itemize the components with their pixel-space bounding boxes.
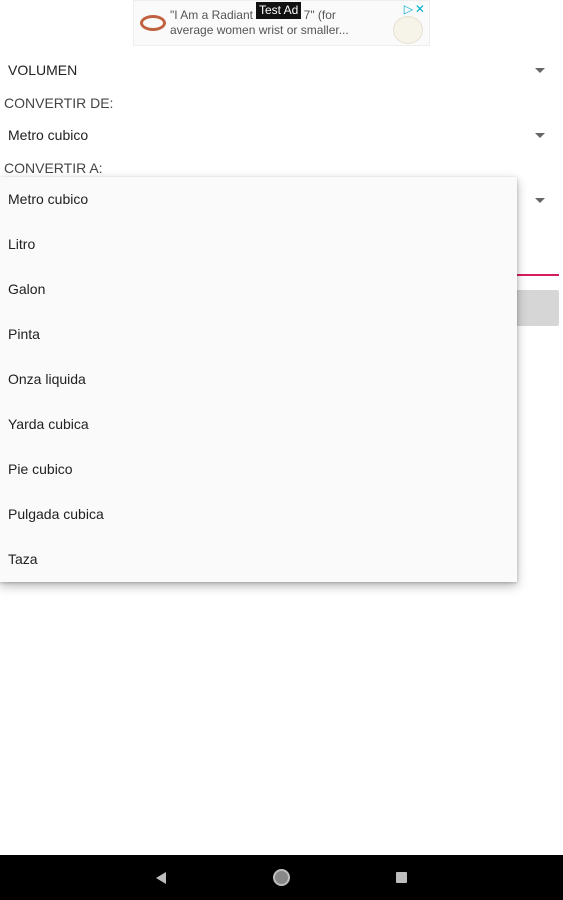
- system-navigation-bar: [0, 855, 563, 900]
- bracelet-thumbnail-icon: [140, 15, 166, 31]
- dropdown-option-pie-cubico[interactable]: Pie cubico: [0, 447, 517, 492]
- chevron-down-icon: [535, 198, 545, 203]
- from-unit-spinner-value: Metro cubico: [8, 127, 89, 143]
- value-input-underline[interactable]: [516, 274, 559, 276]
- from-unit-spinner[interactable]: Metro cubico: [0, 115, 563, 155]
- chevron-down-icon: [535, 133, 545, 138]
- converter-screen: "I Am a Radiant Bracelet 7" (for average…: [0, 0, 563, 900]
- to-label: CONVERTIR A:: [4, 160, 103, 176]
- ad-banner[interactable]: "I Am a Radiant Bracelet 7" (for average…: [133, 0, 430, 46]
- test-ad-label: Test Ad: [256, 2, 302, 19]
- dropdown-option-litro[interactable]: Litro: [0, 222, 517, 267]
- category-spinner-value: VOLUMEN: [8, 62, 78, 78]
- dropdown-option-metro-cubico[interactable]: Metro cubico: [0, 177, 517, 222]
- advertiser-logo-icon: [393, 16, 423, 44]
- dropdown-option-onza-liquida[interactable]: Onza liquida: [0, 357, 517, 402]
- back-icon[interactable]: [156, 872, 166, 884]
- convert-button[interactable]: [516, 290, 559, 326]
- dropdown-option-pinta[interactable]: Pinta: [0, 312, 517, 357]
- from-label: CONVERTIR DE:: [4, 95, 114, 111]
- ad-choices-icon[interactable]: ▷✕: [404, 2, 427, 16]
- dropdown-option-yarda-cubica[interactable]: Yarda cubica: [0, 402, 517, 447]
- recent-apps-icon[interactable]: [396, 872, 407, 883]
- category-spinner[interactable]: VOLUMEN: [0, 50, 563, 90]
- chevron-down-icon: [535, 68, 545, 73]
- dropdown-option-taza[interactable]: Taza: [0, 537, 517, 582]
- home-icon[interactable]: [273, 869, 290, 886]
- ad-text-line2: average women wrist or smaller...: [170, 23, 349, 37]
- to-unit-dropdown-list: Metro cubico Litro Galon Pinta Onza liqu…: [0, 177, 517, 582]
- dropdown-option-galon[interactable]: Galon: [0, 267, 517, 312]
- dropdown-option-pulgada-cubica[interactable]: Pulgada cubica: [0, 492, 517, 537]
